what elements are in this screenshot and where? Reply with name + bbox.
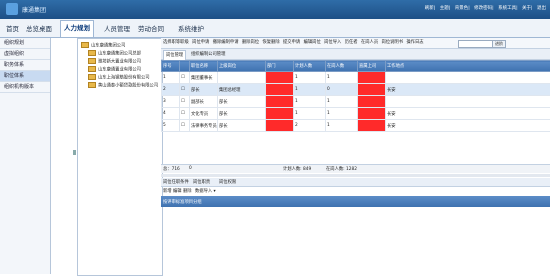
table-row[interactable]: 5☐ 法律事务专员部长 2 1 长安 bbox=[162, 120, 550, 132]
tab-qualification[interactable]: 岗位任职条件 bbox=[163, 179, 189, 185]
horizontal-scrollbar[interactable] bbox=[161, 174, 550, 177]
bottom-toolbar: 新增 编辑 删除 数据导入 ▾ bbox=[161, 187, 550, 195]
tree-node[interactable]: 潍坊新大置业有限公司 bbox=[88, 58, 141, 65]
sidebar: 组织规划 虚拟组织 职务体系 职位体系 组织机构版本 bbox=[0, 38, 51, 274]
plan-total: 计划人数: 849 bbox=[283, 166, 311, 172]
total-value: 0 bbox=[189, 166, 192, 171]
col-check[interactable] bbox=[180, 61, 190, 72]
col-direct-boss[interactable]: 直属上司 bbox=[358, 61, 386, 72]
tree-node[interactable]: 山东康通置业有限公司 bbox=[88, 66, 141, 73]
logo-icon bbox=[6, 3, 18, 15]
tab-system-maintenance[interactable]: 系统维护 bbox=[178, 23, 204, 33]
search-button[interactable]: 进阶 bbox=[492, 40, 506, 48]
row-checkbox[interactable]: ☐ bbox=[180, 72, 190, 84]
top-header: 康通集团 刷新| 主题| 背景色| 修改密码| 系统工具| 关于| 退出 bbox=[0, 0, 550, 19]
history-button[interactable]: 历任者 bbox=[345, 40, 358, 45]
header-links: 刷新| 主题| 背景色| 修改密码| 系统工具| 关于| 退出 bbox=[422, 5, 546, 11]
folder-icon bbox=[81, 42, 89, 48]
group-header-label: 按评审标准项目分组 bbox=[163, 199, 202, 205]
table-row[interactable]: 1☐ 集团董事长 1 1 bbox=[162, 72, 550, 84]
collapse-handle[interactable] bbox=[73, 150, 76, 155]
main-panel: 选择职等职级 岗位申请 撤除编制申请 删除岗位 恢复删除 提交申请 编辑岗位 岗… bbox=[161, 38, 550, 274]
toolbar: 选择职等职级 岗位申请 撤除编制申请 删除岗位 恢复删除 提交申请 编辑岗位 岗… bbox=[161, 38, 550, 49]
search-input[interactable] bbox=[458, 40, 494, 48]
delete-position-button[interactable]: 删除岗位 bbox=[242, 40, 259, 45]
sidebar-item-org-planning[interactable]: 组织规划 bbox=[0, 38, 50, 49]
tree-node[interactable]: 山东上海钢筋股份有限公司 bbox=[88, 74, 150, 81]
log-button[interactable]: 操作日志 bbox=[406, 40, 423, 45]
apply-position-button[interactable]: 岗位申请 bbox=[192, 40, 209, 45]
add-button[interactable]: 新增 bbox=[163, 188, 172, 194]
tab-authority[interactable]: 岗位权限 bbox=[219, 179, 236, 185]
subtabs: 岗位管理 组织编制公司管理 bbox=[161, 49, 550, 60]
tree-node[interactable]: 山东康通集团公司总部 bbox=[88, 50, 141, 57]
col-onjob-count[interactable]: 在岗人数 bbox=[326, 61, 358, 72]
tab-labor-contract[interactable]: 劳动合同 bbox=[138, 23, 164, 33]
tab-personnel[interactable]: 人员管理 bbox=[104, 23, 130, 33]
tab-desktop[interactable]: 总览桌面 bbox=[26, 23, 52, 33]
table-row[interactable]: 3☐ 副部长部长 1 1 bbox=[162, 96, 550, 108]
table-row[interactable]: 2☐ 部长集团总经理 1 0 长安 bbox=[162, 84, 550, 96]
logo-text: 康通集团 bbox=[22, 5, 46, 14]
refresh-link[interactable]: 刷新 bbox=[425, 6, 434, 11]
col-superior[interactable]: 上级岗位 bbox=[218, 61, 266, 72]
data-import-button[interactable]: 数据导入 ▾ bbox=[195, 188, 216, 194]
select-grade-button[interactable]: 选择职等职级 bbox=[163, 40, 189, 45]
total-label: 总：716 bbox=[163, 166, 180, 172]
org-tree: 山东康通集团公司 山东康通集团公司总部 潍坊新大置业有限公司 山东康通置业有限公… bbox=[77, 38, 163, 276]
spec-button[interactable]: 岗位说明书 bbox=[382, 40, 403, 45]
submit-button[interactable]: 提交申请 bbox=[283, 40, 300, 45]
restore-button[interactable]: 恢复删除 bbox=[262, 40, 279, 45]
sidebar-item-org-version[interactable]: 组织机构版本 bbox=[0, 82, 50, 93]
bottom-tabs: 岗位任职条件 岗位职责 岗位权限 bbox=[161, 178, 550, 187]
tree-root[interactable]: 山东康通集团公司 bbox=[81, 42, 125, 49]
onjob-button[interactable]: 在岗人员 bbox=[361, 40, 378, 45]
col-department[interactable]: 部门 bbox=[266, 61, 294, 72]
sidebar-item-position-system[interactable]: 职位体系 bbox=[0, 71, 50, 82]
col-position-name[interactable]: 职位名称 bbox=[190, 61, 218, 72]
import-position-button[interactable]: 岗位导入 bbox=[324, 40, 341, 45]
grid-header: 序号 职位名称 上级岗位 部门 计划人数 在岗人数 直属上司 工作地点 bbox=[162, 61, 550, 72]
delete-button[interactable]: 删除 bbox=[183, 188, 192, 194]
grid-footer: 总：716 0 计划人数: 849 在岗人数: 1282 bbox=[161, 164, 550, 173]
folder-icon bbox=[88, 50, 96, 56]
logout-link[interactable]: 退出 bbox=[537, 6, 546, 11]
folder-icon bbox=[88, 74, 96, 80]
folder-icon bbox=[88, 58, 96, 64]
tree-node[interactable]: 黄山通泰小额贷款股份有限公司 bbox=[88, 82, 158, 89]
col-plan-count[interactable]: 计划人数 bbox=[294, 61, 326, 72]
position-grid: 序号 职位名称 上级岗位 部门 计划人数 在岗人数 直属上司 工作地点 1☐ 集… bbox=[161, 60, 550, 132]
about-link[interactable]: 关于 bbox=[522, 6, 531, 11]
background-link[interactable]: 背景色 bbox=[455, 6, 469, 11]
tab-hr-planning[interactable]: 人力规划 bbox=[60, 20, 94, 37]
change-password-link[interactable]: 修改密码 bbox=[474, 6, 492, 11]
bottom-grid-header: 按评审标准项目分组 bbox=[161, 196, 550, 207]
subtab-position-mgmt[interactable]: 岗位管理 bbox=[163, 50, 186, 60]
col-work-location[interactable]: 工作地点 bbox=[386, 61, 550, 72]
edit-button[interactable]: 编辑 bbox=[173, 188, 182, 194]
subtab-org-quota[interactable]: 组织编制公司管理 bbox=[189, 50, 227, 59]
theme-link[interactable]: 主题 bbox=[440, 6, 449, 11]
main-nav: 首页 总览桌面 人力规划 人员管理 劳动合同 系统维护 bbox=[0, 19, 550, 38]
remove-quota-button[interactable]: 撤除编制申请 bbox=[213, 40, 239, 45]
row-checkbox[interactable]: ☐ bbox=[180, 108, 190, 120]
tab-home[interactable]: 首页 bbox=[6, 23, 19, 33]
tab-duty[interactable]: 岗位职责 bbox=[193, 179, 210, 185]
system-tools-link[interactable]: 系统工具 bbox=[498, 6, 516, 11]
table-row[interactable]: 4☐ 文化专员部长 1 1 长安 bbox=[162, 108, 550, 120]
edit-position-button[interactable]: 编辑岗位 bbox=[304, 40, 321, 45]
sidebar-item-job-system[interactable]: 职务体系 bbox=[0, 60, 50, 71]
sidebar-item-virtual-org[interactable]: 虚拟组织 bbox=[0, 49, 50, 60]
row-checkbox[interactable]: ☐ bbox=[180, 84, 190, 96]
row-checkbox[interactable]: ☐ bbox=[180, 120, 190, 132]
folder-icon bbox=[88, 66, 96, 72]
col-index[interactable]: 序号 bbox=[162, 61, 180, 72]
bottom-panel: 岗位任职条件 岗位职责 岗位权限 新增 编辑 删除 数据导入 ▾ 按评审标准项目… bbox=[161, 178, 550, 274]
onjob-total: 在岗人数: 1282 bbox=[326, 166, 357, 172]
row-checkbox[interactable]: ☐ bbox=[180, 96, 190, 108]
folder-icon bbox=[88, 82, 96, 88]
